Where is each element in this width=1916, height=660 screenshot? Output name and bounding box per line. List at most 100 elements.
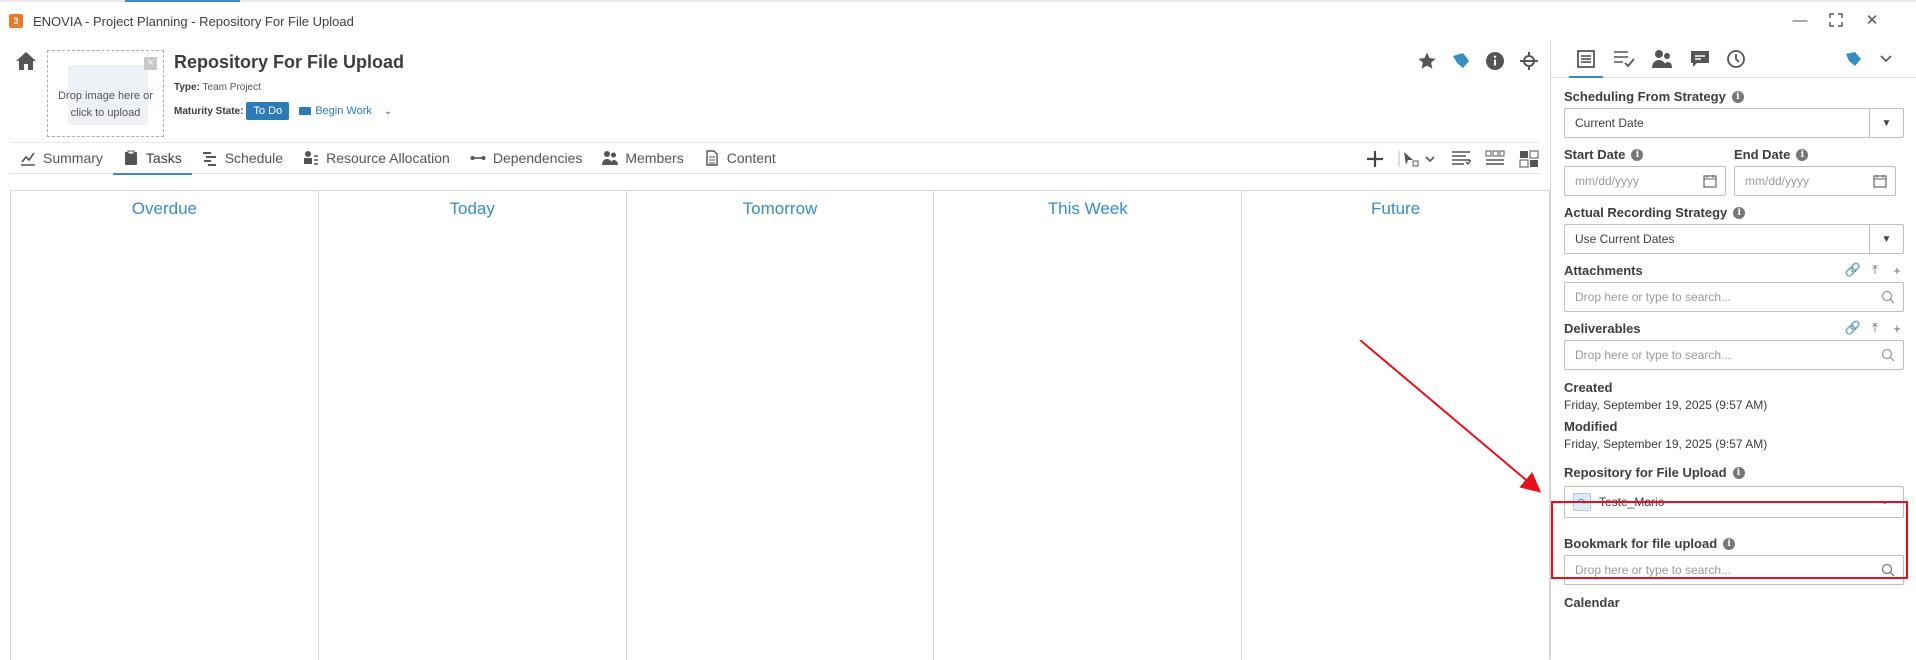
- kanban-board: Overdue Today Tomorrow This Week Future: [10, 190, 1550, 660]
- tab-dependencies[interactable]: Dependencies: [460, 143, 593, 174]
- deliverables-placeholder: Drop here or type to search...: [1575, 348, 1732, 362]
- end-date-placeholder: mm/dd/yyyy: [1745, 174, 1810, 188]
- info-icon[interactable]: i: [1731, 90, 1744, 103]
- members-icon[interactable]: [1649, 47, 1675, 71]
- end-date-input[interactable]: mm/dd/yyyy: [1734, 166, 1896, 196]
- start-date-input[interactable]: mm/dd/yyyy: [1564, 166, 1726, 196]
- comments-icon[interactable]: [1687, 47, 1713, 71]
- created-value: Friday, September 19, 2025 (9:57 AM): [1564, 398, 1768, 412]
- page-title: Repository For File Upload: [174, 52, 405, 72]
- close-icon[interactable]: ✕: [1864, 12, 1880, 29]
- modified-section: Modified Friday, September 19, 2025 (9:5…: [1564, 419, 1904, 451]
- list-view-icon[interactable]: [1450, 149, 1472, 169]
- board-column-tomorrow[interactable]: Tomorrow: [627, 191, 935, 660]
- bookmark-icon[interactable]: [1841, 47, 1867, 71]
- calendar-icon[interactable]: [1703, 174, 1717, 188]
- column-header: Overdue: [131, 199, 197, 218]
- close-icon[interactable]: ×: [144, 57, 157, 70]
- scheduling-label-text: Scheduling From Strategy: [1564, 89, 1726, 104]
- info-icon[interactable]: [1484, 50, 1506, 72]
- board-column-today[interactable]: Today: [319, 191, 627, 660]
- tab-content[interactable]: Content: [694, 143, 786, 174]
- add-icon[interactable]: +: [1890, 321, 1904, 336]
- chevron-down-icon[interactable]: ▼: [1869, 109, 1903, 137]
- status-badge[interactable]: To Do: [246, 102, 290, 120]
- tab-label: Summary: [43, 150, 103, 166]
- attachments-section: Attachments 🔗 ⤒ + Drop here or type to s…: [1564, 262, 1904, 312]
- tab-label: Schedule: [224, 150, 284, 166]
- resource-icon: [304, 151, 319, 165]
- created-label: Created: [1564, 380, 1613, 395]
- calendar-icon[interactable]: [1873, 174, 1887, 188]
- tab-bar: Summary Tasks Schedule Resource Allocati…: [10, 142, 1540, 175]
- chevron-down-icon[interactable]: [1873, 47, 1899, 71]
- modified-label: Modified: [1564, 419, 1618, 434]
- start-date-label-text: Start Date: [1564, 147, 1626, 162]
- created-section: Created Friday, September 19, 2025 (9:57…: [1564, 380, 1904, 412]
- deliverables-actions: 🔗 ⤒ +: [1845, 320, 1904, 336]
- info-icon[interactable]: i: [1733, 206, 1746, 219]
- board-column-future[interactable]: Future: [1242, 191, 1550, 660]
- tab-label: Resource Allocation: [326, 150, 450, 166]
- bookmark-icon[interactable]: [1450, 50, 1472, 72]
- tab-label: Tasks: [145, 150, 182, 166]
- add-icon[interactable]: +: [1890, 263, 1904, 278]
- start-date-group: Start Date i mm/dd/yyyy: [1564, 147, 1726, 196]
- maturity-line: Maturity State: To Do Begin Work ⌄: [174, 102, 392, 120]
- tile-view-icon[interactable]: [1484, 149, 1506, 169]
- info-icon[interactable]: i: [1732, 466, 1745, 479]
- date-fields: Start Date i mm/dd/yyyy End Date i mm/dd…: [1564, 147, 1904, 196]
- maximize-icon[interactable]: [1828, 12, 1844, 28]
- end-date-group: End Date i mm/dd/yyyy: [1734, 147, 1896, 196]
- start-date-placeholder: mm/dd/yyyy: [1575, 174, 1640, 188]
- board-column-overdue[interactable]: Overdue: [11, 191, 319, 660]
- tab-schedule[interactable]: Schedule: [192, 143, 293, 174]
- grid-view-icon[interactable]: [1518, 149, 1540, 169]
- select-mode-icon[interactable]: [1398, 149, 1438, 169]
- board-column-this-week[interactable]: This Week: [934, 191, 1243, 660]
- info-icon[interactable]: i: [1796, 148, 1809, 161]
- search-icon[interactable]: [1881, 290, 1895, 304]
- main-area: × Drop image here or click to upload Rep…: [0, 40, 1550, 660]
- settings-icon[interactable]: [1518, 50, 1540, 72]
- star-icon[interactable]: [1416, 50, 1438, 72]
- info-icon[interactable]: i: [1631, 148, 1644, 161]
- gantt-icon: [202, 152, 216, 166]
- add-icon[interactable]: [1364, 149, 1386, 169]
- search-icon[interactable]: [1881, 348, 1895, 362]
- window-controls: — ✕: [1792, 12, 1880, 30]
- upload-icon[interactable]: ⤒: [1868, 262, 1882, 277]
- chevron-down-icon[interactable]: ⌄: [384, 106, 392, 117]
- type-value: Team Project: [202, 82, 261, 93]
- tag-icon: [299, 107, 312, 115]
- upload-icon[interactable]: ⤒: [1868, 320, 1882, 335]
- modified-value: Friday, September 19, 2025 (9:57 AM): [1564, 437, 1768, 451]
- minimize-icon[interactable]: —: [1792, 12, 1808, 29]
- app-logo-icon: 3: [9, 14, 23, 28]
- actual-recording-select[interactable]: Use Current Dates ▼: [1564, 224, 1904, 254]
- link-icon[interactable]: 🔗: [1845, 320, 1861, 335]
- start-date-label: Start Date i: [1564, 147, 1726, 162]
- chevron-down-icon[interactable]: ▼: [1869, 225, 1903, 253]
- tab-tasks[interactable]: Tasks: [112, 143, 192, 175]
- scheduling-select[interactable]: Current Date ▼: [1564, 108, 1904, 138]
- link-icon[interactable]: 🔗: [1845, 262, 1861, 277]
- begin-work-button[interactable]: Begin Work ⌄: [299, 105, 392, 117]
- history-icon[interactable]: [1723, 47, 1749, 71]
- deliverables-section: Deliverables 🔗 ⤒ + Drop here or type to …: [1564, 320, 1904, 370]
- tab-members[interactable]: Members: [592, 143, 693, 174]
- board-toolbar: [1364, 143, 1540, 174]
- image-drop-zone[interactable]: × Drop image here or click to upload: [47, 50, 164, 137]
- actual-recording-label-text: Actual Recording Strategy: [1564, 205, 1728, 220]
- panel-tab-bar: [1551, 40, 1916, 78]
- attachments-search-input[interactable]: Drop here or type to search...: [1564, 282, 1904, 312]
- repository-label-text: Repository for File Upload: [1564, 465, 1727, 480]
- tab-summary[interactable]: Summary: [10, 143, 113, 174]
- calendar-label: Calendar: [1564, 595, 1620, 610]
- tasks-checklist-icon[interactable]: [1611, 47, 1637, 71]
- properties-icon[interactable]: [1573, 47, 1599, 71]
- deliverables-search-input[interactable]: Drop here or type to search...: [1564, 340, 1904, 370]
- tab-resource-allocation[interactable]: Resource Allocation: [293, 143, 460, 174]
- home-icon[interactable]: [14, 50, 38, 72]
- dependency-icon: [470, 156, 486, 160]
